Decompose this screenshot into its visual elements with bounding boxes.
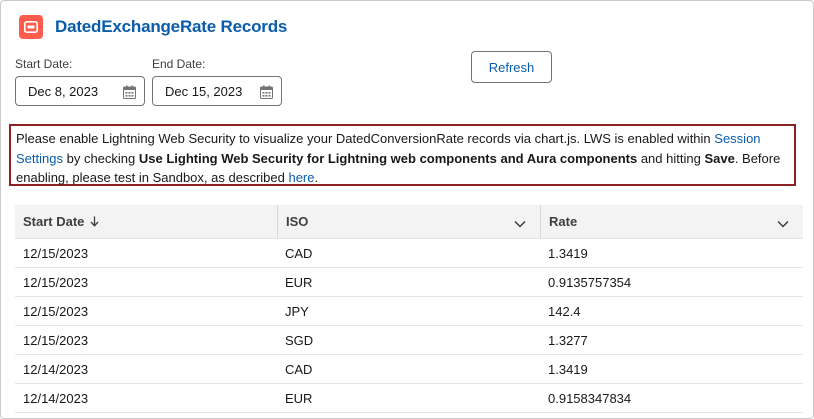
cell-iso: JPY [285,303,309,319]
column-header-start-date[interactable]: Start Date [15,205,277,238]
start-date-value: Dec 8, 2023 [28,83,99,99]
cell-rate: 1.3419 [548,245,588,261]
records-card: DatedExchangeRate Records Start Date: De… [0,0,814,419]
column-header-label: ISO [286,214,309,229]
sort-arrow-down-icon [90,216,99,227]
cell-iso: EUR [285,274,313,290]
cell-rate: 1.3277 [548,332,588,348]
cell-start-date: 12/15/2023 [23,332,89,348]
notice-text: Please enable Lightning Web Security to … [16,131,715,146]
table-row[interactable]: 12/14/2023 CAD 1.3419 [15,355,803,384]
chevron-down-icon[interactable] [514,216,526,231]
notice-bold-text: Use Lighting Web Security for Lightning … [138,150,638,166]
column-header-label: Rate [549,214,578,229]
cell-start-date: 12/14/2023 [23,361,89,377]
cell-rate: 0.9135757354 [548,274,632,290]
cell-rate: 0.9158347834 [548,390,632,406]
end-date-label: End Date: [152,57,206,71]
calendar-icon[interactable] [260,85,273,102]
end-date-input[interactable]: Dec 15, 2023 [152,76,282,106]
cell-iso: EUR [285,390,313,406]
cell-iso: SGD [285,332,314,348]
start-date-label: Start Date: [15,57,73,71]
notice-bold-save: Save [704,150,735,166]
cell-start-date: 12/15/2023 [23,274,89,290]
table-row[interactable]: 12/15/2023 SGD 1.3277 [15,326,803,355]
table-row[interactable]: 12/15/2023 EUR 0.9135757354 [15,268,803,297]
rates-table: Start Date ISO Rate 12/15/2023 CAD 1.341… [15,205,803,413]
cell-iso: CAD [285,245,313,261]
table-row[interactable]: 12/15/2023 JPY 142.4 [15,297,803,326]
refresh-button[interactable]: Refresh [471,51,552,83]
chevron-down-icon[interactable] [777,216,789,231]
lws-notice: Please enable Lightning Web Security to … [9,124,796,186]
cell-start-date: 12/15/2023 [23,303,89,319]
table-row[interactable]: 12/14/2023 EUR 0.9158347834 [15,384,803,413]
page-title: DatedExchangeRate Records [55,17,288,36]
end-date-value: Dec 15, 2023 [165,83,243,99]
card-header: DatedExchangeRate Records [19,15,287,39]
cell-iso: CAD [285,361,313,377]
notice-text: . [314,170,319,185]
cell-start-date: 12/15/2023 [23,245,89,261]
column-header-label: Start Date [23,214,85,229]
cell-start-date: 12/14/2023 [23,390,89,406]
table-row[interactable]: 12/15/2023 CAD 1.3419 [15,239,803,268]
calendar-icon[interactable] [123,85,136,102]
notice-text: and hitting [637,150,705,166]
here-link[interactable]: here [288,170,314,185]
notice-text: by checking [62,150,139,166]
cell-rate: 142.4 [548,303,581,319]
start-date-input[interactable]: Dec 8, 2023 [15,76,145,106]
cell-rate: 1.3419 [548,361,588,377]
table-header: Start Date ISO Rate [15,205,803,239]
column-header-iso[interactable]: ISO [277,205,540,238]
chart-icon [19,15,43,39]
column-header-rate[interactable]: Rate [540,205,803,238]
